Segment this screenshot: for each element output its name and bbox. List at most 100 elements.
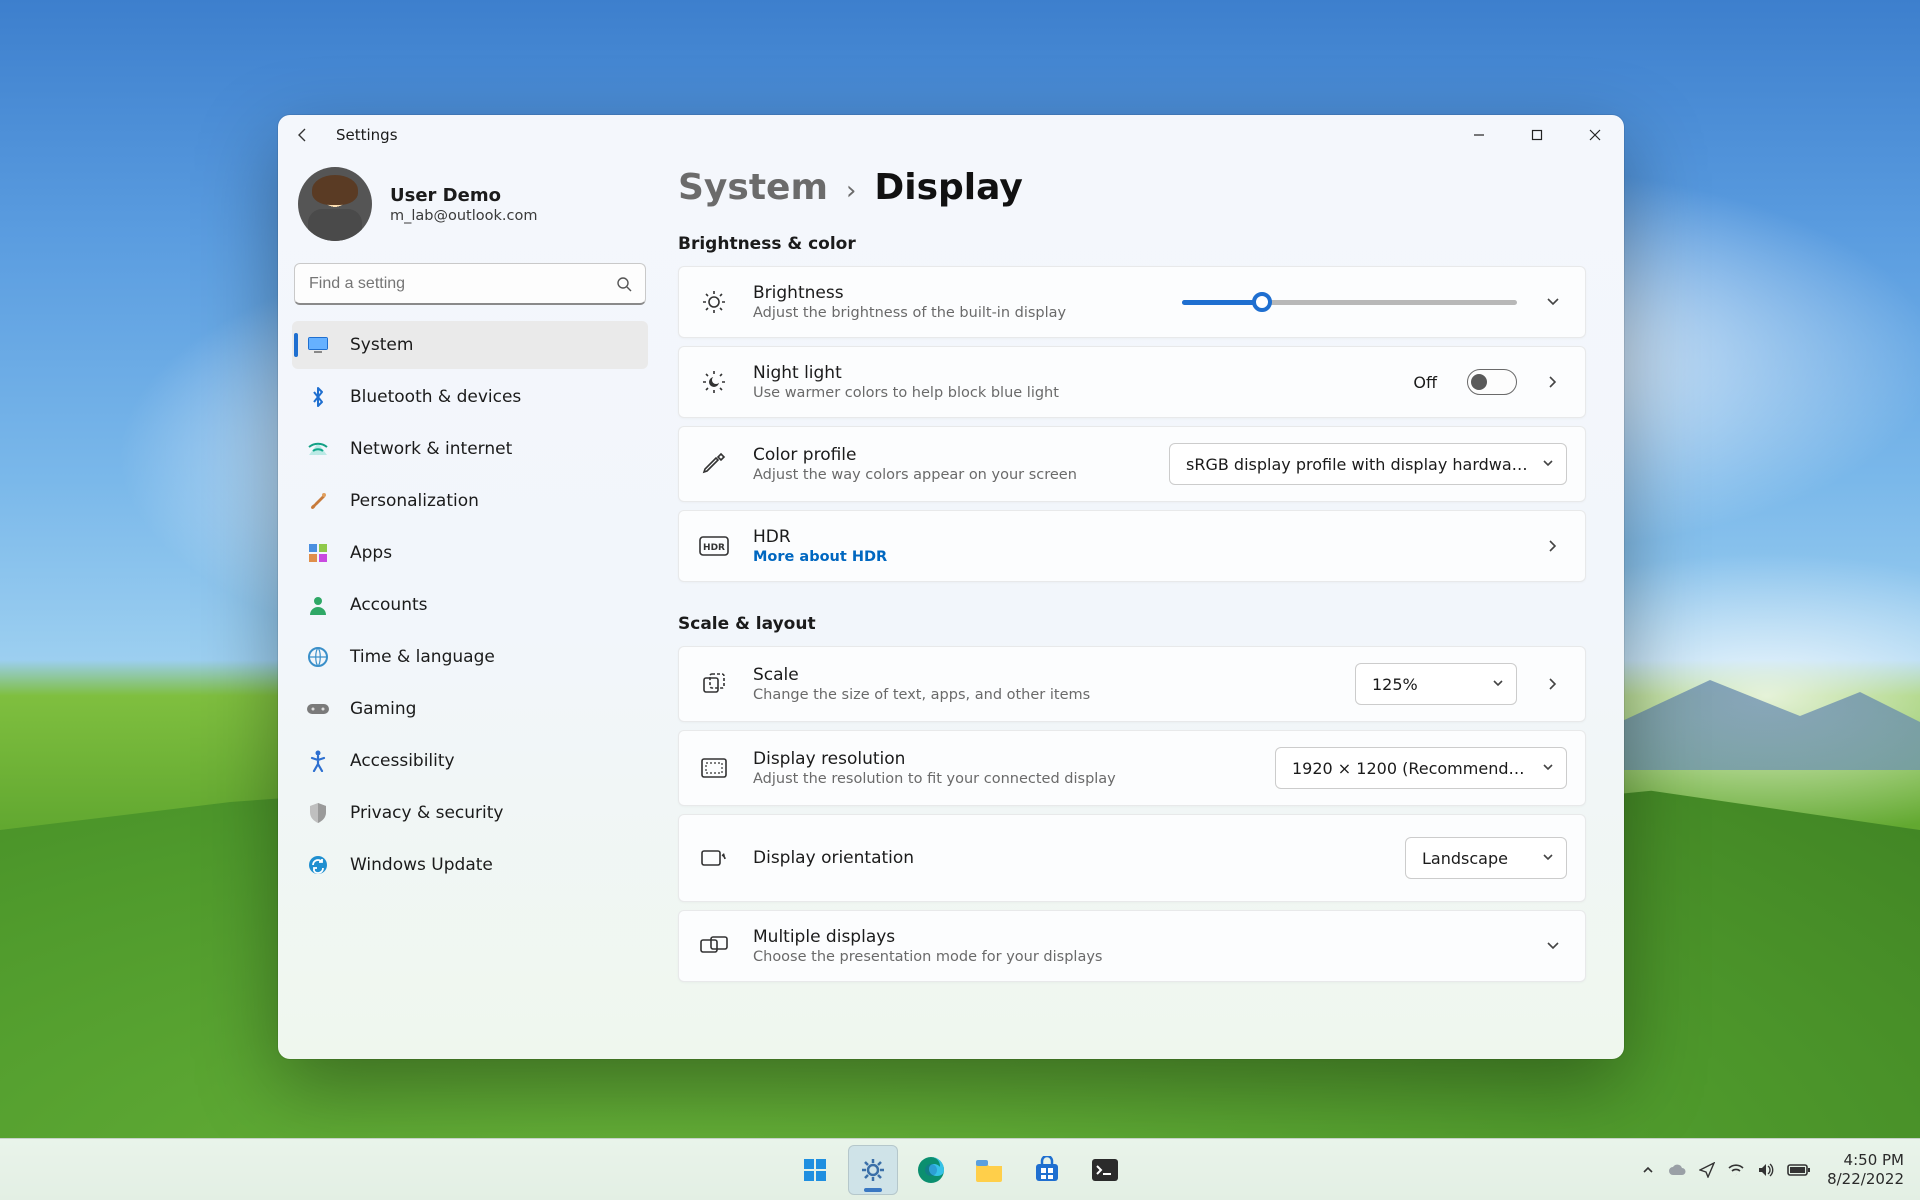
scale-dropdown[interactable]: 125% bbox=[1355, 663, 1517, 705]
minimize-button[interactable] bbox=[1450, 115, 1508, 155]
sidebar-item-personalization[interactable]: Personalization bbox=[292, 477, 648, 525]
content: System › Display Brightness & color Brig… bbox=[662, 155, 1624, 1059]
card-color-profile: Color profile Adjust the way colors appe… bbox=[678, 426, 1586, 502]
avatar bbox=[298, 167, 372, 241]
setting-title: Display resolution bbox=[753, 749, 1116, 769]
taskbar-app-terminal[interactable] bbox=[1080, 1145, 1130, 1195]
sidebar-item-label: Windows Update bbox=[350, 855, 493, 875]
taskbar-date: 8/22/2022 bbox=[1827, 1170, 1904, 1189]
card-hdr[interactable]: HDR HDR More about HDR bbox=[678, 510, 1586, 582]
tray-battery-icon[interactable] bbox=[1787, 1163, 1811, 1177]
orientation-icon bbox=[697, 847, 731, 869]
chevron-down-icon bbox=[1542, 852, 1554, 864]
chevron-down-icon bbox=[1492, 678, 1504, 690]
person-icon bbox=[306, 593, 330, 617]
wifi-icon bbox=[306, 437, 330, 461]
hdr-icon: HDR bbox=[697, 536, 731, 556]
tray-location-icon[interactable] bbox=[1699, 1162, 1715, 1178]
dropdown-value: 125% bbox=[1372, 675, 1418, 694]
taskbar-app-settings[interactable] bbox=[848, 1145, 898, 1195]
night-light-toggle[interactable] bbox=[1467, 369, 1517, 395]
sidebar-item-accounts[interactable]: Accounts bbox=[292, 581, 648, 629]
user-card[interactable]: User Demo m_lab@outlook.com bbox=[292, 161, 648, 259]
taskbar-center bbox=[790, 1145, 1130, 1195]
settings-window: Settings User Demo m_lab@outlook.com bbox=[278, 115, 1624, 1059]
expand-button[interactable] bbox=[1539, 939, 1567, 953]
taskbar-clock[interactable]: 4:50 PM 8/22/2022 bbox=[1827, 1151, 1904, 1189]
setting-subtitle: Adjust the resolution to fit your connec… bbox=[753, 771, 1116, 787]
sidebar: User Demo m_lab@outlook.com System bbox=[278, 155, 662, 1059]
sidebar-item-system[interactable]: System bbox=[292, 321, 648, 369]
expand-button[interactable] bbox=[1539, 295, 1567, 309]
back-button[interactable] bbox=[292, 124, 314, 146]
card-night-light[interactable]: Night light Use warmer colors to help bl… bbox=[678, 346, 1586, 418]
setting-subtitle: Adjust the brightness of the built-in di… bbox=[753, 305, 1066, 321]
resolution-icon bbox=[697, 757, 731, 779]
sidebar-item-accessibility[interactable]: Accessibility bbox=[292, 737, 648, 785]
search-input[interactable] bbox=[294, 263, 646, 305]
sun-icon bbox=[697, 289, 731, 315]
titlebar: Settings bbox=[278, 115, 1624, 155]
color-profile-dropdown[interactable]: sRGB display profile with display hardwa… bbox=[1169, 443, 1567, 485]
dropdown-value: sRGB display profile with display hardwa… bbox=[1186, 455, 1528, 474]
taskbar-app-explorer[interactable] bbox=[964, 1145, 1014, 1195]
card-orientation: Display orientation Landscape bbox=[678, 814, 1586, 902]
setting-title: Display orientation bbox=[753, 848, 914, 868]
close-button[interactable] bbox=[1566, 115, 1624, 155]
desktop: Settings User Demo m_lab@outlook.com bbox=[0, 0, 1920, 1200]
setting-title: Scale bbox=[753, 665, 1090, 685]
setting-subtitle: Change the size of text, apps, and other… bbox=[753, 687, 1090, 703]
sidebar-item-gaming[interactable]: Gaming bbox=[292, 685, 648, 733]
navigate-button[interactable] bbox=[1539, 677, 1567, 691]
brush-icon bbox=[306, 489, 330, 513]
sidebar-item-label: Accessibility bbox=[350, 751, 455, 771]
sidebar-item-time-language[interactable]: Time & language bbox=[292, 633, 648, 681]
orientation-dropdown[interactable]: Landscape bbox=[1405, 837, 1567, 879]
globe-clock-icon bbox=[306, 645, 330, 669]
accessibility-icon bbox=[306, 749, 330, 773]
card-resolution: Display resolution Adjust the resolution… bbox=[678, 730, 1586, 806]
taskbar-app-store[interactable] bbox=[1022, 1145, 1072, 1195]
sidebar-item-privacy[interactable]: Privacy & security bbox=[292, 789, 648, 837]
tray-volume-icon[interactable] bbox=[1757, 1162, 1775, 1178]
maximize-button[interactable] bbox=[1508, 115, 1566, 155]
svg-text:HDR: HDR bbox=[703, 543, 725, 553]
sidebar-item-label: Privacy & security bbox=[350, 803, 504, 823]
tray-overflow-icon[interactable] bbox=[1641, 1163, 1655, 1177]
setting-title: HDR bbox=[753, 527, 887, 547]
page-title: Display bbox=[874, 167, 1022, 208]
card-scale[interactable]: Scale Change the size of text, apps, and… bbox=[678, 646, 1586, 722]
more-about-hdr-link[interactable]: More about HDR bbox=[753, 549, 887, 565]
shield-icon bbox=[306, 801, 330, 825]
sidebar-item-network[interactable]: Network & internet bbox=[292, 425, 648, 473]
sidebar-item-update[interactable]: Windows Update bbox=[292, 841, 648, 889]
setting-subtitle: Adjust the way colors appear on your scr… bbox=[753, 467, 1077, 483]
section-title-brightness: Brightness & color bbox=[678, 234, 1586, 254]
tray-wifi-icon[interactable] bbox=[1727, 1163, 1745, 1177]
night-light-icon bbox=[697, 369, 731, 395]
sidebar-item-label: Time & language bbox=[350, 647, 495, 667]
gamepad-icon bbox=[306, 697, 330, 721]
start-button[interactable] bbox=[790, 1145, 840, 1195]
breadcrumb-parent[interactable]: System bbox=[678, 167, 828, 208]
card-multiple-displays[interactable]: Multiple displays Choose the presentatio… bbox=[678, 910, 1586, 982]
slider-thumb[interactable] bbox=[1252, 292, 1272, 312]
tray-onedrive-icon[interactable] bbox=[1667, 1163, 1687, 1177]
sidebar-item-bluetooth[interactable]: Bluetooth & devices bbox=[292, 373, 648, 421]
update-icon bbox=[306, 853, 330, 877]
navigate-button[interactable] bbox=[1539, 539, 1567, 553]
taskbar-app-edge[interactable] bbox=[906, 1145, 956, 1195]
dropdown-value: 1920 × 1200 (Recommended) bbox=[1292, 759, 1528, 778]
sidebar-item-apps[interactable]: Apps bbox=[292, 529, 648, 577]
navigate-button[interactable] bbox=[1539, 375, 1567, 389]
breadcrumb: System › Display bbox=[678, 163, 1586, 226]
sidebar-item-label: System bbox=[350, 335, 413, 355]
scale-icon bbox=[697, 671, 731, 697]
brightness-slider[interactable] bbox=[1182, 300, 1517, 305]
taskbar: 4:50 PM 8/22/2022 bbox=[0, 1138, 1920, 1200]
search-container bbox=[294, 263, 646, 305]
resolution-dropdown[interactable]: 1920 × 1200 (Recommended) bbox=[1275, 747, 1567, 789]
dropdown-value: Landscape bbox=[1422, 849, 1508, 868]
sidebar-item-label: Personalization bbox=[350, 491, 479, 511]
user-email: m_lab@outlook.com bbox=[390, 208, 538, 224]
